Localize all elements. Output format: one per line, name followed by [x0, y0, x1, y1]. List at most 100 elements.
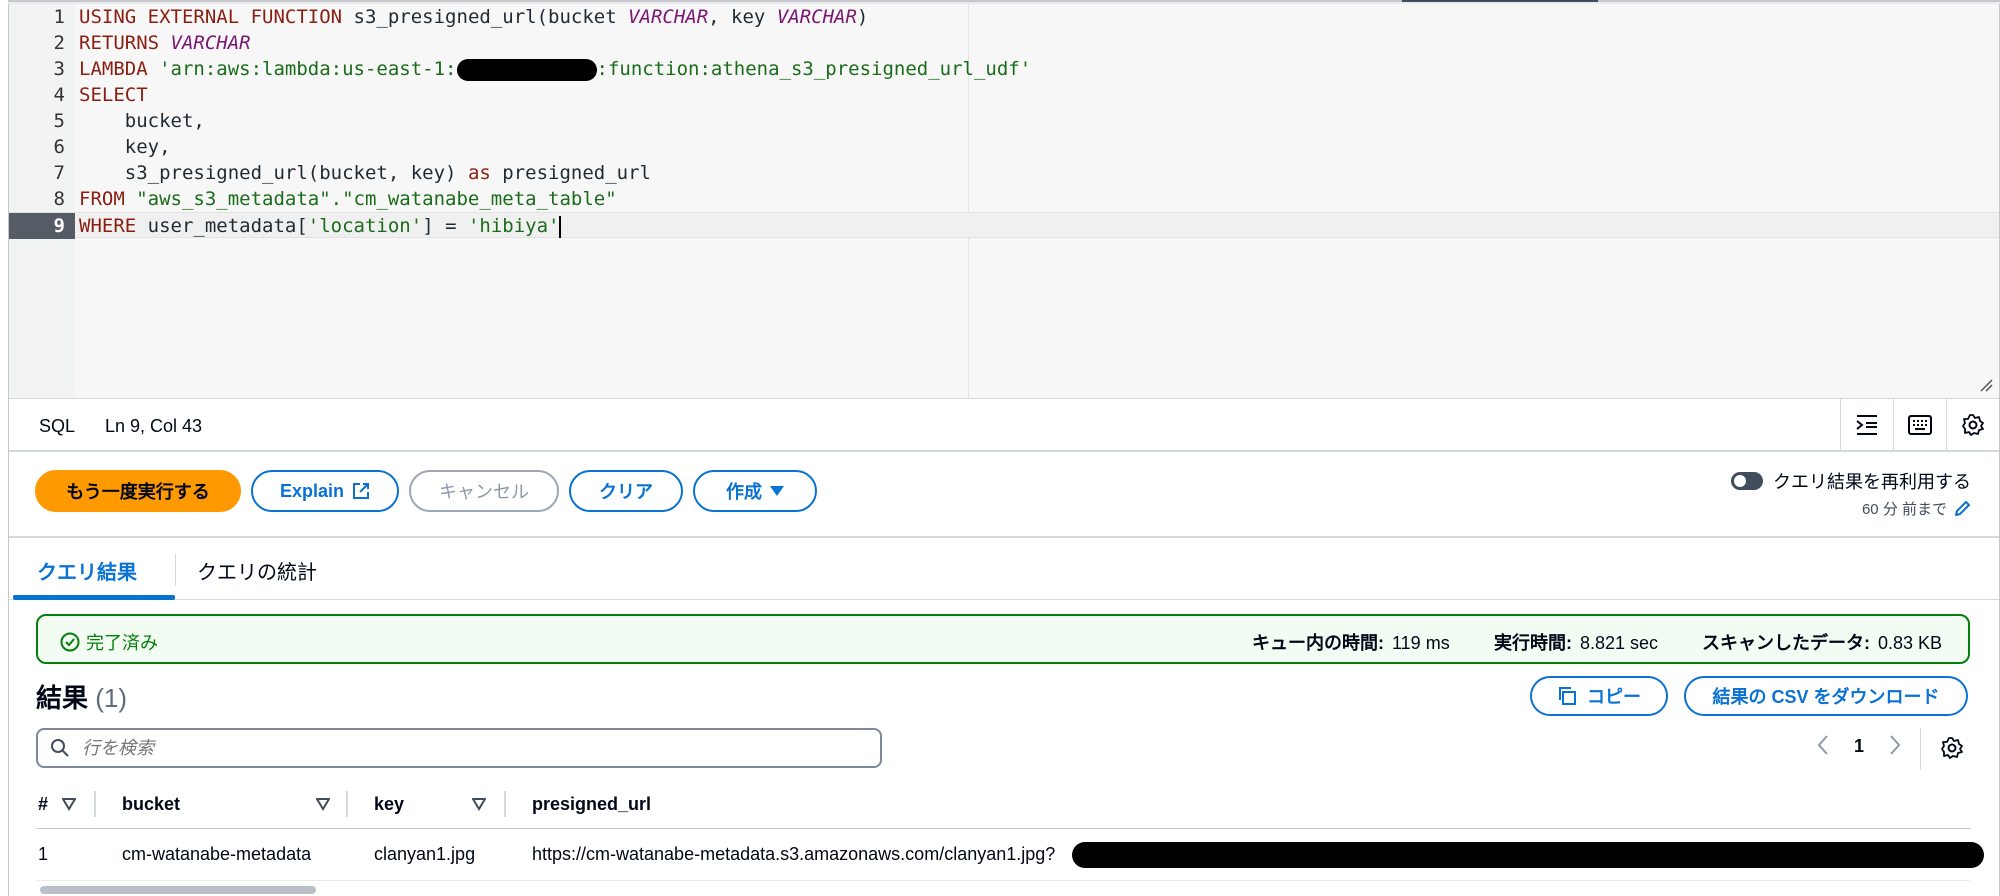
horizontal-scrollbar[interactable] — [40, 886, 316, 894]
search-icon — [51, 739, 69, 757]
row-divider — [36, 880, 1970, 881]
edit-pencil-icon[interactable] — [1953, 500, 1971, 518]
keyword: WHERE — [79, 215, 137, 237]
sort-icon[interactable] — [316, 797, 330, 811]
code-line-1[interactable]: 1 USING EXTERNAL FUNCTION s3_presigned_u… — [9, 4, 1999, 30]
queue-time-label: キュー内の時間: — [1252, 633, 1384, 653]
string-token: 'hibiya' — [467, 215, 560, 237]
explain-label: Explain — [279, 480, 345, 501]
results-count: (1) — [95, 683, 128, 713]
search-input[interactable] — [82, 737, 842, 759]
code-line-4[interactable]: 4 SELECT — [9, 82, 1999, 108]
text-caret — [559, 215, 562, 238]
table-settings-icon[interactable] — [1940, 736, 1964, 760]
keyword: SELECT — [79, 84, 148, 106]
tab-query-results[interactable]: クエリ結果 — [37, 556, 137, 585]
explain-button[interactable]: Explain — [251, 470, 399, 512]
create-dropdown-button[interactable]: 作成 — [693, 470, 817, 512]
column-resizer[interactable] — [346, 791, 348, 817]
tab-divider — [175, 554, 176, 586]
format-query-button[interactable] — [1840, 399, 1893, 451]
code-text: SELECT — [79, 82, 148, 108]
data-scanned-value: 0.83 KB — [1878, 633, 1943, 653]
language-label: SQL — [39, 416, 76, 436]
results-heading: 結果 (1) — [36, 678, 127, 715]
cell-bucket: cm-watanabe-metadata — [122, 844, 312, 864]
sort-icon[interactable] — [62, 797, 76, 811]
cell-index: 1 — [38, 844, 49, 864]
caret-down-icon — [770, 486, 784, 496]
queue-time-value: 119 ms — [1392, 633, 1450, 653]
tab-query-stats[interactable]: クエリの統計 — [197, 556, 317, 585]
external-link-icon — [353, 483, 370, 499]
copy-label: コピー — [1587, 687, 1641, 707]
sql-editor[interactable]: 1 USING EXTERNAL FUNCTION s3_presigned_u… — [9, 4, 1999, 398]
previous-page-icon[interactable] — [1816, 734, 1830, 756]
active-tab-indicator — [13, 595, 175, 600]
editor-settings-button[interactable] — [1946, 399, 1999, 451]
reuse-results-toggle[interactable] — [1731, 472, 1763, 490]
column-header-bucket[interactable]: bucket — [122, 794, 180, 815]
code-token: s3_presigned_url(bucket — [342, 6, 629, 28]
reuse-results-label: クエリ結果を再利用する — [1773, 472, 1971, 492]
keyboard-icon — [1908, 415, 1932, 435]
code-text: bucket, — [79, 110, 205, 132]
status-badge: 完了済み — [60, 629, 158, 655]
code-line-3[interactable]: 3 LAMBDA 'arn:aws:lambda:us-east-1: :func… — [9, 56, 1999, 82]
code-text: key, — [79, 136, 171, 158]
column-header-presigned-url[interactable]: presigned_url — [532, 794, 651, 815]
keyword: LAMBDA — [79, 58, 160, 80]
column-header-key[interactable]: key — [374, 794, 404, 815]
query-status-banner: 完了済み キュー内の時間: 119 ms 実行時間: 8.821 sec スキャンし… — [36, 614, 1970, 664]
line-number: 1 — [53, 6, 65, 28]
code-token: presigned_url — [490, 162, 651, 184]
row-search[interactable] — [36, 728, 882, 768]
code-line-5[interactable]: 5 bucket, — [9, 108, 1999, 134]
next-page-icon[interactable] — [1888, 734, 1902, 756]
code-line-2[interactable]: 2 RETURNS VARCHAR — [9, 30, 1999, 56]
current-page[interactable]: 1 — [1854, 736, 1864, 757]
cancel-button[interactable]: キャンセル — [409, 470, 559, 512]
column-header-index[interactable]: # — [38, 794, 48, 815]
cursor-position: Ln 9, Col 43 — [105, 416, 203, 436]
cell-presigned-url[interactable]: https://cm-watanabe-metadata.s3.amazonaw… — [532, 844, 1055, 865]
column-resizer[interactable] — [504, 791, 506, 817]
line-number: 3 — [53, 58, 65, 80]
line-number: 9 — [9, 213, 75, 239]
editor-status-bar: SQL Ln 9, Col 43 — [9, 398, 1999, 452]
code-line-8[interactable]: 8 FROM "aws_s3_metadata"."cm_watanabe_me… — [9, 186, 1999, 212]
gear-icon — [1962, 414, 1984, 436]
column-resizer[interactable] — [94, 791, 96, 817]
sort-icon[interactable] — [472, 797, 486, 811]
keyword: FROM — [79, 188, 137, 210]
cell-key: clanyan1.jpg — [374, 844, 476, 864]
string-token: "aws_s3_metadata"."cm_watanabe_meta_tabl… — [136, 188, 617, 210]
code-line-6[interactable]: 6 key, — [9, 134, 1999, 160]
clear-label: クリア — [599, 482, 653, 502]
code-text: USING EXTERNAL FUNCTION s3_presigned_url… — [79, 4, 868, 30]
type-token: VARCHAR — [776, 6, 857, 28]
string-token: 'arn:aws:lambda:us-east-1: — [159, 58, 457, 80]
run-again-button[interactable]: もう一度実行する — [35, 470, 241, 512]
editor-actions — [1840, 399, 1999, 451]
code-text: s3_presigned_url(bucket, key) as presign… — [79, 160, 651, 186]
code-line-9[interactable]: 9 WHERE user_metadata['location'] = 'hib… — [9, 212, 1999, 239]
line-number: 8 — [53, 188, 65, 210]
resize-handle-icon[interactable] — [1979, 378, 1993, 392]
string-token: :function:athena_s3_presigned_url_udf' — [596, 58, 1032, 80]
download-csv-button[interactable]: 結果の CSV をダウンロード — [1684, 676, 1968, 716]
code-text: LAMBDA 'arn:aws:lambda:us-east-1: :functi… — [79, 56, 1031, 82]
data-scanned-label: スキャンしたデータ: — [1702, 633, 1870, 653]
check-circle-icon — [60, 632, 80, 652]
cancel-label: キャンセル — [439, 482, 529, 502]
code-token: ) — [856, 6, 869, 28]
reuse-window-label: 60 分 前まで — [1861, 501, 1947, 518]
code-line-7[interactable]: 7 s3_presigned_url(bucket, key) as presi… — [9, 160, 1999, 186]
query-toolbar: もう一度実行する Explain キャンセル クリア 作成 クエリ結果を再利用す… — [9, 452, 1999, 538]
copy-button[interactable]: コピー — [1530, 676, 1668, 716]
redaction-mark — [456, 58, 597, 81]
code-text: WHERE user_metadata['location'] = 'hibiy… — [79, 213, 562, 239]
queue-time: キュー内の時間: 119 ms — [1252, 629, 1450, 655]
keyboard-shortcuts-button[interactable] — [1893, 399, 1946, 451]
clear-button[interactable]: クリア — [569, 470, 683, 512]
